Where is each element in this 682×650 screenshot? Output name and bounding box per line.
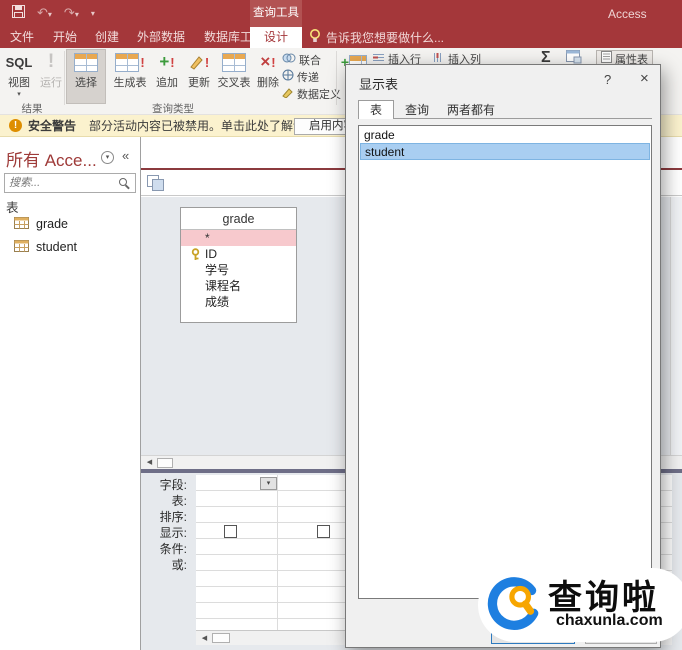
scrollbar-thumb[interactable] xyxy=(212,633,230,643)
view-button[interactable]: SQL 视图 ▾ xyxy=(2,50,36,104)
warning-icon: ! xyxy=(9,119,22,132)
delete-query-button[interactable]: ×! 删除 xyxy=(254,50,282,104)
title-bar xyxy=(0,0,682,27)
union-button[interactable]: 联合 xyxy=(282,52,321,67)
dialog-tab-queries[interactable]: 查询 xyxy=(396,102,438,119)
contextual-tab-group: 查询工具 xyxy=(250,0,302,27)
table-card-title: grade xyxy=(181,208,296,230)
grid-label-show: 显示: xyxy=(159,526,187,540)
grid-label-or: 或: xyxy=(171,558,187,572)
ribbon-tab-bar: 文件 开始 创建 外部数据 数据库工具 设计 告诉我您想要做什么... xyxy=(0,27,682,48)
scrollbar-thumb[interactable] xyxy=(157,458,173,468)
nav-group-tables[interactable]: 表 « xyxy=(6,197,256,216)
dialog-tab-tables[interactable]: 表 xyxy=(358,100,394,119)
lightbulb-icon xyxy=(310,29,320,46)
dialog-tab-both[interactable]: 两者都有 xyxy=(440,102,502,119)
select-table-icon xyxy=(74,50,98,74)
update-pencil-icon: ! xyxy=(189,50,209,74)
shutter-bar-icon[interactable]: « xyxy=(122,148,129,163)
close-icon[interactable]: × xyxy=(640,70,649,87)
chevron-down-icon: ▾ xyxy=(17,91,21,98)
group-separator xyxy=(336,51,337,105)
tab-create[interactable]: 创建 xyxy=(86,27,128,48)
make-table-icon: ! xyxy=(115,50,145,74)
customize-toolbar-icon[interactable]: ▾ xyxy=(91,9,95,18)
crosstab-table-icon xyxy=(222,50,246,74)
field-row[interactable]: 学号 xyxy=(181,262,296,278)
access-window: ↶▾ ↷▾ ▾ 查询工具 Access 文件 开始 创建 外部数据 数据库工具 … xyxy=(0,0,682,650)
data-definition-icon xyxy=(282,87,294,101)
group-label-results: 结果 xyxy=(21,103,43,115)
redo-icon[interactable]: ↷▾ xyxy=(64,5,79,21)
field-row[interactable]: 课程名 xyxy=(181,278,296,294)
show-checkbox-col1[interactable] xyxy=(224,525,237,538)
save-icon[interactable] xyxy=(12,5,25,21)
navigation-pane: 所有 Acce... ▾ « 表 « grade student xyxy=(0,137,256,650)
tab-external-data[interactable]: 外部数据 xyxy=(128,27,194,48)
tab-file[interactable]: 文件 xyxy=(0,27,44,48)
table-icon xyxy=(14,239,29,255)
search-input[interactable] xyxy=(5,174,113,192)
undo-icon[interactable]: ↶▾ xyxy=(37,5,52,21)
run-exclamation-icon: ! xyxy=(47,51,55,72)
field-row-id[interactable]: ID xyxy=(181,246,296,262)
nav-item-student[interactable]: student xyxy=(14,238,134,256)
group-separator xyxy=(64,51,65,105)
field-dropdown-button[interactable]: ▾ xyxy=(260,477,277,490)
update-button[interactable]: ! 更新 xyxy=(184,50,214,104)
tell-me-box[interactable]: 告诉我您想要做什么... xyxy=(310,27,444,48)
show-table-dialog: 显示表 ? × 表 查询 两者都有 grade student 添加(A) 关闭… xyxy=(345,64,661,648)
field-row[interactable]: 成绩 xyxy=(181,294,296,310)
star-row[interactable]: * xyxy=(181,230,296,246)
grid-label-sort: 排序: xyxy=(159,510,187,524)
show-checkbox-col2[interactable] xyxy=(317,525,330,538)
query-document-icon xyxy=(147,175,164,194)
nav-search-box[interactable] xyxy=(4,173,136,193)
grade-table-card[interactable]: grade * ID 学号 课程名 成绩 xyxy=(180,207,297,323)
make-table-button[interactable]: ! 生成表 xyxy=(108,50,152,104)
quick-access-toolbar: ↶▾ ↷▾ ▾ xyxy=(12,5,95,21)
table-icon xyxy=(14,216,29,232)
tab-design[interactable]: 设计 xyxy=(250,27,302,48)
list-item-grade[interactable]: grade xyxy=(360,127,650,143)
sql-view-icon: SQL xyxy=(5,54,33,70)
grid-label-field: 字段: xyxy=(159,478,187,492)
table-list: grade student xyxy=(358,125,652,599)
chaxunla-logo-icon xyxy=(486,576,544,637)
grid-label-table: 表: xyxy=(171,494,187,508)
nav-pane-title: 所有 Acce... xyxy=(6,151,97,170)
grid-column-divider xyxy=(277,475,278,630)
dialog-title: 显示表 xyxy=(359,77,399,92)
list-item-student[interactable]: student xyxy=(360,143,650,160)
append-plus-icon: +! xyxy=(159,52,175,71)
watermark-domain: chaxunla.com xyxy=(556,612,663,629)
watermark: 查询啦 chaxunla.com xyxy=(478,568,682,642)
tab-home[interactable]: 开始 xyxy=(44,27,86,48)
run-button[interactable]: ! 运行 xyxy=(38,50,64,104)
security-warning-label: 安全警告 xyxy=(28,119,77,133)
search-icon xyxy=(119,178,130,189)
help-icon[interactable]: ? xyxy=(604,72,611,87)
union-circles-icon xyxy=(282,53,296,66)
delete-x-icon: ×! xyxy=(260,52,276,71)
scroll-left-icon[interactable]: ◀ xyxy=(198,633,211,645)
globe-icon xyxy=(282,69,294,84)
app-name: Access xyxy=(608,7,647,21)
nav-item-grade[interactable]: grade xyxy=(14,215,134,233)
pass-through-button[interactable]: 传递 xyxy=(282,69,319,84)
data-definition-button[interactable]: 数据定义 xyxy=(282,86,341,101)
grid-label-criteria: 条件: xyxy=(159,542,187,556)
crosstab-button[interactable]: 交叉表 xyxy=(214,50,254,104)
nav-menu-icon[interactable]: ▾ xyxy=(101,151,114,164)
append-button[interactable]: +! 追加 xyxy=(152,50,182,104)
scroll-left-icon[interactable]: ◀ xyxy=(143,457,156,469)
select-query-button[interactable]: 选择 xyxy=(66,49,106,104)
vertical-scrollbar[interactable] xyxy=(670,197,682,455)
group-label-query-type: 查询类型 xyxy=(152,103,194,115)
